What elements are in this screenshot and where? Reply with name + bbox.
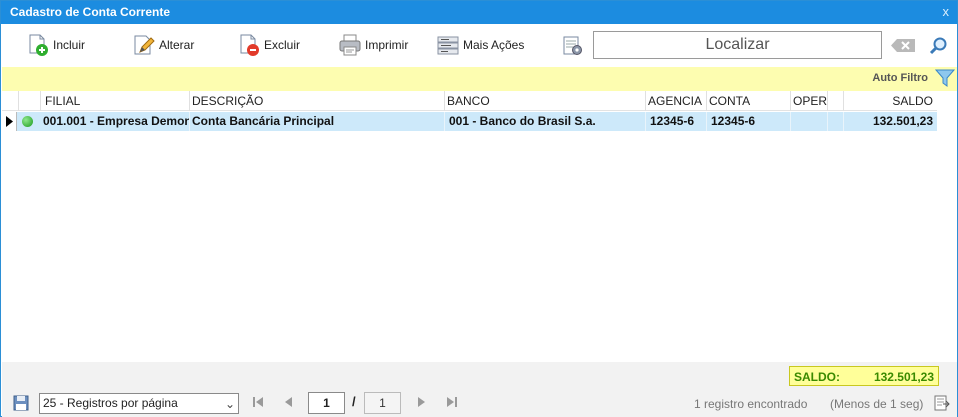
window-title: Cadastro de Conta Corrente (10, 5, 171, 19)
clear-search-button[interactable] (891, 39, 915, 55)
export-button[interactable] (934, 395, 950, 414)
settings-button[interactable] (562, 35, 584, 60)
page-separator: / (352, 394, 356, 409)
mais-acoes-button[interactable]: Mais Ações (436, 34, 524, 56)
mais-acoes-label: Mais Ações (463, 38, 525, 52)
next-page-icon (418, 397, 425, 407)
imprimir-button[interactable]: Imprimir (338, 34, 408, 56)
incluir-button[interactable]: Incluir (26, 34, 85, 56)
search-input[interactable]: Localizar (593, 31, 882, 59)
cell-agencia: 12345-6 (645, 112, 706, 131)
cell-oper (790, 112, 827, 131)
toolbar: Incluir Alterar Excluir Imprimir Mais Aç… (1, 24, 957, 66)
header-filial[interactable]: FILIAL (40, 91, 189, 111)
cell-spacer (827, 112, 843, 131)
total-pages: 1 (364, 392, 401, 414)
settings-icon (563, 36, 582, 55)
auto-filtro-link[interactable]: Auto Filtro (872, 72, 928, 84)
row-pointer (2, 112, 17, 131)
titlebar: Cadastro de Conta Corrente x (1, 1, 957, 24)
saldo-value: 132.501,23 (873, 370, 934, 384)
filter-bar: Auto Filtro (2, 67, 957, 91)
page-size-select[interactable]: 25 - Registros por página ⌄ (39, 393, 239, 414)
mais-acoes-icon (437, 36, 459, 55)
cell-conta: 12345-6 (706, 112, 790, 131)
save-icon (13, 395, 29, 411)
row-pointer-icon (6, 116, 13, 127)
first-page-button[interactable] (252, 395, 264, 412)
header-pointer-col (2, 91, 18, 111)
table-row[interactable]: 001.001 - Empresa Demon Conta Bancária P… (2, 112, 937, 131)
alterar-button[interactable]: Alterar (132, 34, 194, 56)
window: Cadastro de Conta Corrente x Incluir Alt… (0, 0, 958, 417)
incluir-icon (29, 34, 48, 56)
search-icon (929, 37, 947, 55)
last-page-icon (447, 397, 457, 407)
page-number-input[interactable]: 1 (308, 392, 345, 414)
saldo-label: SALDO: (794, 370, 840, 384)
page-size-value: 25 - Registros por página (43, 396, 178, 410)
header-spacer (827, 91, 843, 111)
header-conta[interactable]: CONTA (706, 91, 790, 111)
cell-descricao: Conta Bancária Principal (189, 112, 444, 131)
header-descricao[interactable]: DESCRIÇÃO (189, 91, 444, 111)
alterar-icon (134, 35, 155, 55)
saldo-summary: SALDO: 132.501,23 (789, 366, 939, 386)
filter-funnel-icon (934, 69, 956, 87)
filter-funnel-button[interactable] (934, 68, 956, 91)
imprimir-icon (339, 34, 361, 56)
search-button[interactable] (929, 36, 948, 58)
prev-page-button[interactable] (283, 395, 295, 412)
status-dot-icon (22, 116, 33, 127)
imprimir-label: Imprimir (365, 38, 409, 52)
header-agencia[interactable]: AGENCIA (645, 91, 706, 111)
next-page-button[interactable] (415, 395, 427, 412)
header-status-col (18, 91, 40, 111)
query-time: (Menos de 1 seg) (830, 397, 924, 411)
cell-banco: 001 - Banco do Brasil S.a. (444, 112, 645, 131)
excluir-icon (240, 34, 259, 56)
prev-page-icon (285, 397, 292, 407)
chevron-down-icon: ⌄ (224, 397, 235, 411)
close-button[interactable]: x (943, 4, 950, 19)
data-grid: FILIAL DESCRIÇÃO BANCO AGENCIA CONTA OPE… (2, 91, 957, 361)
incluir-label: Incluir (53, 38, 86, 52)
save-layout-button[interactable] (13, 395, 29, 414)
clear-search-icon (891, 39, 915, 52)
excluir-label: Excluir (264, 38, 301, 52)
last-page-button[interactable] (446, 395, 458, 412)
export-icon (934, 395, 950, 411)
header-banco[interactable]: BANCO (444, 91, 645, 111)
header-oper[interactable]: OPER (790, 91, 827, 111)
excluir-button[interactable]: Excluir (237, 34, 300, 56)
alterar-label: Alterar (159, 38, 195, 52)
records-count: 1 registro encontrado (694, 397, 808, 411)
grid-header: FILIAL DESCRIÇÃO BANCO AGENCIA CONTA OPE… (2, 91, 937, 111)
first-page-icon (253, 397, 263, 407)
cell-filial: 001.001 - Empresa Demon (43, 114, 189, 128)
cell-saldo: 132.501,23 (843, 112, 937, 131)
header-saldo[interactable]: SALDO (843, 91, 937, 111)
